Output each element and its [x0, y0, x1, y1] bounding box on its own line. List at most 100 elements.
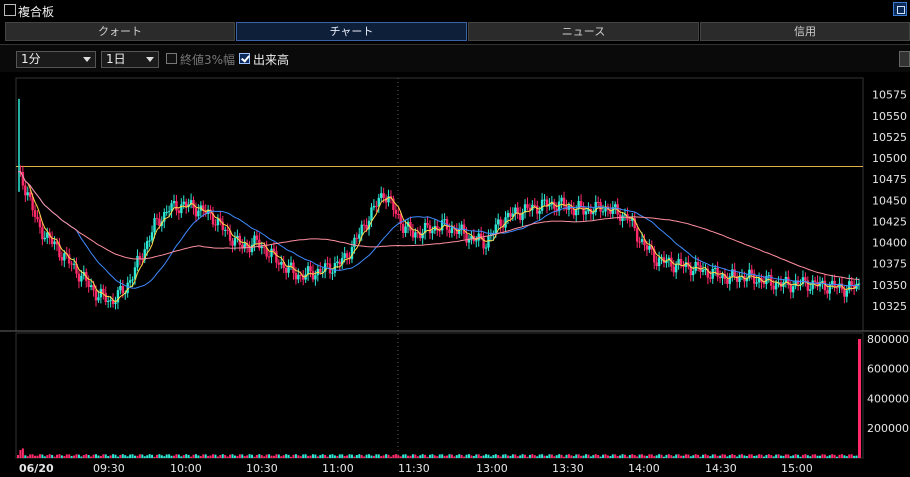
volume-bar	[221, 454, 224, 458]
volume-bar	[436, 456, 439, 458]
candle-body	[497, 219, 500, 225]
volume-bar	[818, 455, 821, 458]
candle-body	[772, 285, 775, 290]
gear-icon[interactable]	[899, 51, 910, 67]
volume-bar	[565, 454, 568, 458]
candle-body	[267, 256, 271, 258]
volume-bar	[187, 454, 190, 458]
volume-bar	[516, 456, 519, 458]
price-chart[interactable]: 10325 10350 10375 10400 10425 10450 10475 10500…	[0, 72, 910, 477]
volume-bar	[755, 455, 758, 458]
candle-body	[382, 193, 385, 198]
restore-window-icon[interactable]	[893, 2, 907, 16]
volume-bar	[667, 454, 670, 458]
candle-body	[635, 228, 639, 242]
volume-bar	[582, 455, 585, 458]
tab-news[interactable]: ニュース	[468, 22, 699, 41]
volume-bar	[433, 455, 436, 458]
candle-body	[114, 302, 117, 305]
volume-bar	[782, 455, 785, 458]
volume-bar	[592, 455, 595, 458]
volume-bar	[482, 455, 485, 458]
volume-bar	[165, 454, 168, 458]
volume-bar	[31, 454, 34, 458]
volume-bar	[265, 454, 268, 458]
volume-bar	[428, 454, 431, 458]
volume-bar	[402, 454, 405, 458]
volume-bar	[270, 455, 273, 458]
volume-bar	[58, 454, 61, 458]
candle-body	[526, 204, 529, 208]
window-title: 複合板	[18, 5, 55, 19]
interval-select[interactable]: 1分	[16, 51, 96, 68]
candle-body	[484, 247, 488, 249]
candle-body	[426, 222, 429, 226]
candle-body	[750, 269, 753, 274]
volume-bar	[448, 454, 451, 458]
volume-bar	[170, 455, 173, 458]
volume-bar	[168, 454, 171, 458]
volume-bar	[365, 454, 368, 458]
volume-bar	[143, 456, 146, 458]
candle-body	[487, 236, 490, 248]
volume-bar	[697, 454, 700, 458]
volume-bar	[60, 455, 63, 458]
tab-chart[interactable]: チャート	[236, 22, 467, 41]
volume-bar	[789, 456, 792, 458]
volume-bar	[548, 454, 551, 458]
volume-bar	[472, 456, 475, 458]
volume-bar	[443, 455, 446, 458]
volume-tick-label: 200000	[867, 422, 909, 435]
volume-bar	[231, 454, 234, 458]
candle-body	[197, 210, 200, 217]
volume-bar	[414, 454, 417, 458]
volume-bar	[716, 455, 719, 458]
volume-bar	[519, 455, 522, 458]
volume-bar	[411, 454, 414, 458]
candle-body	[397, 213, 400, 215]
candle-body	[380, 193, 383, 198]
volume-bar	[116, 456, 119, 458]
volume-bar	[353, 456, 356, 458]
volume-bar	[463, 456, 466, 458]
candle-body	[774, 282, 778, 290]
volume-bar	[597, 454, 600, 458]
tab-margin[interactable]: 信用	[700, 22, 910, 41]
candle-body	[394, 209, 398, 214]
span-select[interactable]: 1日	[101, 51, 159, 68]
candle-body	[431, 230, 434, 234]
volume-bar	[580, 455, 583, 458]
volume-bar	[494, 454, 497, 458]
candle-body	[506, 212, 510, 218]
volume-bar	[499, 456, 502, 458]
candle-body	[36, 216, 39, 220]
candle-body	[104, 293, 107, 303]
volume-bar	[77, 454, 80, 458]
candle-body	[536, 205, 539, 214]
candle-body	[767, 275, 771, 277]
candle-body	[145, 241, 149, 250]
tab-quote[interactable]: クォート	[5, 22, 235, 41]
volume-bar	[260, 455, 263, 458]
candle-body	[89, 285, 93, 288]
window-checkbox[interactable]	[4, 4, 16, 16]
volume-bar	[51, 454, 54, 458]
candle-body	[475, 240, 478, 242]
volume-bar	[251, 454, 254, 458]
volume-bar	[563, 456, 566, 458]
close3pct-checkbox[interactable]	[166, 53, 177, 64]
candle-body	[38, 219, 42, 228]
volume-checkbox[interactable]	[239, 53, 250, 64]
candle-body	[362, 224, 366, 226]
volume-bar	[316, 456, 319, 458]
volume-bar	[126, 456, 129, 458]
price-tick-label: 10325	[872, 300, 907, 313]
volume-bar	[736, 456, 739, 458]
volume-bar	[380, 456, 383, 458]
volume-bar	[97, 455, 100, 458]
volume-bar	[480, 455, 483, 458]
close3pct-label: 終値3%幅	[180, 53, 236, 67]
volume-bar	[324, 454, 327, 458]
candle-body	[102, 288, 105, 294]
volume-bar	[731, 454, 734, 458]
